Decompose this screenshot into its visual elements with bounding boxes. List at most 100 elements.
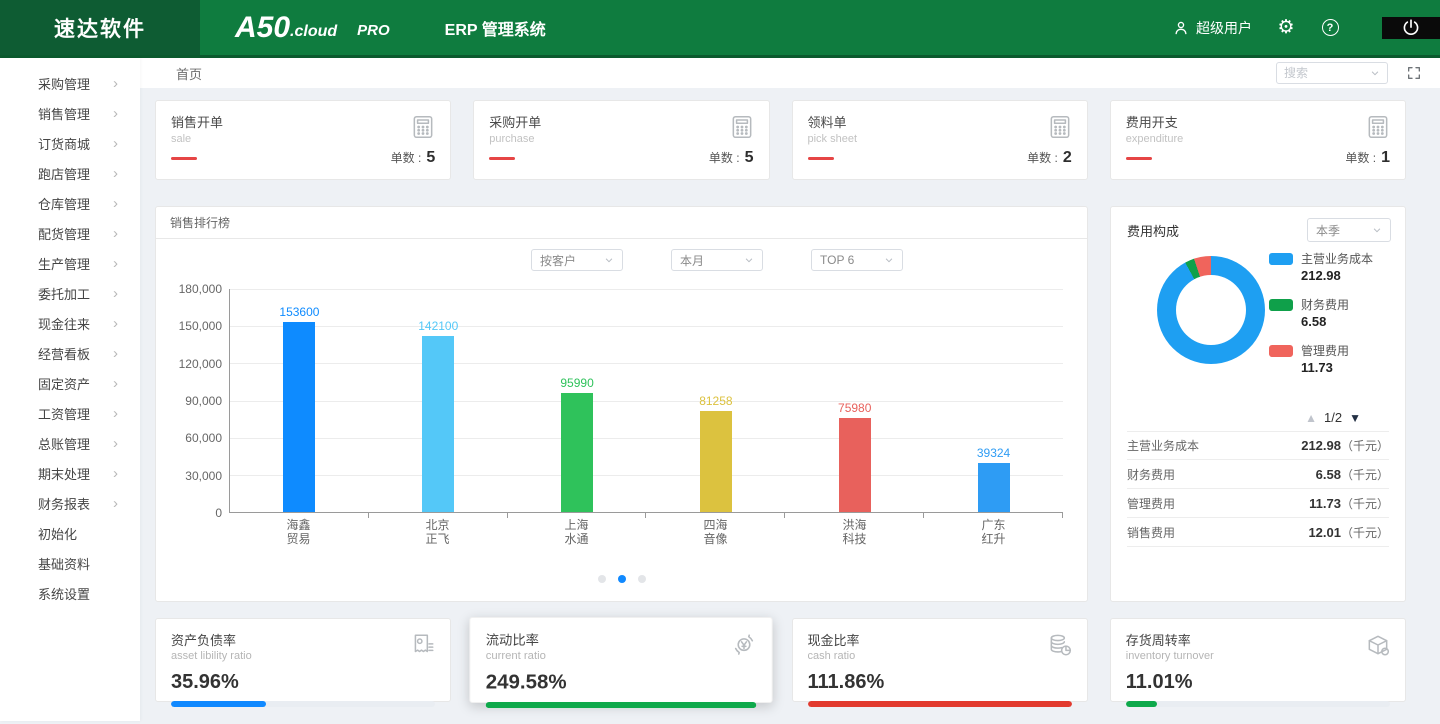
sidebar-item-general-ledger[interactable]: 总账管理›: [0, 428, 140, 458]
legend-item[interactable]: 主营业务成本 212.98: [1269, 250, 1391, 283]
help-button[interactable]: ?: [1320, 18, 1340, 38]
bar[interactable]: [839, 418, 871, 512]
sidebar-item-period-end[interactable]: 期末处理›: [0, 458, 140, 488]
filter-period-select[interactable]: 本月: [671, 249, 763, 271]
legend-item[interactable]: 财务费用 6.58: [1269, 296, 1391, 329]
bar-column: 153600: [230, 289, 369, 512]
ratio-card-inventory-turnover[interactable]: 存货周转率 inventory turnover 11.01%: [1110, 618, 1406, 702]
sidebar-item-fixed-assets[interactable]: 固定资产›: [0, 368, 140, 398]
bar[interactable]: [978, 463, 1010, 512]
bar[interactable]: [422, 336, 454, 512]
ratio-title: 现金比率: [808, 630, 1072, 649]
sidebar-item-label: 经营看板: [38, 344, 90, 363]
ratio-card-current-ratio[interactable]: 流动比率 current ratio 249.58%: [470, 617, 774, 703]
user-name: 超级用户: [1196, 18, 1252, 38]
chevron-down-icon: [604, 255, 614, 265]
chevron-right-icon: ›: [113, 285, 118, 302]
ratio-subtitle: asset libility ratio: [171, 650, 435, 662]
sidebar-item-label: 基础资料: [38, 554, 90, 573]
progress-bar: [808, 701, 1072, 707]
logout-button[interactable]: [1382, 17, 1440, 39]
donut-chart[interactable]: [1157, 256, 1265, 364]
ratio-card-asset-liability[interactable]: 资产负债率 asset libility ratio 35.96%: [155, 618, 451, 702]
stat-card-expenditure[interactable]: 费用开支 expenditure 单数 :1: [1110, 100, 1406, 180]
stat-card-title: 费用开支: [1126, 112, 1390, 131]
sidebar-item-label: 生产管理: [38, 254, 90, 273]
ratio-value: 111.86%: [808, 671, 1072, 694]
chevron-right-icon: ›: [113, 465, 118, 482]
sidebar-item-production[interactable]: 生产管理 ›: [0, 248, 140, 278]
carousel-dot[interactable]: [598, 575, 606, 583]
count-label: 单数 :: [391, 149, 422, 166]
sidebar-item-label: 固定资产: [38, 374, 90, 393]
stat-card-sale[interactable]: 销售开单 sale 单数 :5: [155, 100, 451, 180]
sidebar-item-label: 销售管理: [38, 104, 90, 123]
legend-label: 财务费用: [1301, 296, 1349, 313]
calculator-icon: [1365, 114, 1391, 140]
sidebar-item-purchase[interactable]: 采购管理›: [0, 68, 140, 98]
tab-home[interactable]: 首页: [140, 64, 202, 83]
carousel-dots: [598, 575, 646, 583]
expense-period-select[interactable]: 本季: [1307, 218, 1391, 242]
settings-button[interactable]: ⚙: [1276, 18, 1296, 38]
stat-card-pick-sheet[interactable]: 领料单 pick sheet 单数 :2: [792, 100, 1088, 180]
sidebar-item-distribution[interactable]: 配货管理›: [0, 218, 140, 248]
ratio-card-cash-ratio[interactable]: 现金比率 cash ratio 111.86%: [792, 618, 1088, 702]
refresh-yen-icon: [731, 631, 758, 658]
sidebar-item-label: 系统设置: [38, 584, 90, 603]
brand-main: A50: [235, 11, 290, 45]
fullscreen-icon[interactable]: [1406, 65, 1422, 81]
bar-value-label: 81258: [699, 394, 732, 408]
sidebar-item-store-visit[interactable]: 跑店管理›: [0, 158, 140, 188]
legend-swatch: [1269, 299, 1293, 311]
carousel-dot[interactable]: [638, 575, 646, 583]
count-value: 5: [426, 149, 435, 167]
bar-value-label: 95990: [560, 376, 593, 390]
bar[interactable]: [561, 393, 593, 512]
sidebar-item-initialization[interactable]: 初始化: [0, 518, 140, 548]
chevron-right-icon: ›: [113, 255, 118, 272]
legend-item[interactable]: 管理费用 11.73: [1269, 342, 1391, 375]
bar-column: 142100: [369, 289, 508, 512]
sidebar-item-base-data[interactable]: 基础资料: [0, 548, 140, 578]
sidebar-item-dashboard[interactable]: 经营看板 ›: [0, 338, 140, 368]
bar-value-label: 153600: [279, 305, 319, 319]
sidebar-item-system-settings[interactable]: 系统设置: [0, 578, 140, 608]
count-value: 1: [1381, 149, 1390, 167]
bar[interactable]: [700, 411, 732, 512]
stat-card-title: 销售开单: [171, 112, 435, 131]
help-icon: ?: [1322, 19, 1339, 36]
sidebar-item-label: 委托加工: [38, 284, 90, 303]
coins-icon: [1047, 632, 1073, 658]
stat-card-purchase[interactable]: 采购开单 purchase 单数 :5: [473, 100, 769, 180]
bar-chart-plot: 153600 142100 95990 81258 75980 39324: [229, 289, 1063, 513]
bar[interactable]: [283, 322, 315, 512]
user-menu[interactable]: 超级用户: [1172, 18, 1252, 38]
legend-label: 主营业务成本: [1301, 250, 1373, 267]
sales-ranking-panel: 销售排行榜 按客户 本月 TOP 6 180,000 150,000 120,0…: [155, 206, 1088, 602]
search-input[interactable]: [1284, 66, 1364, 80]
sidebar-item-financial-reports[interactable]: 财务报表›: [0, 488, 140, 518]
sidebar: 采购管理› 销售管理› 订货商城› 跑店管理› 仓库管理› 配货管理› 生产管理…: [0, 58, 140, 721]
stat-cards: 销售开单 sale 单数 :5 采购开单 purchase 单数 :5 领料单 …: [155, 100, 1406, 180]
chevron-right-icon: ›: [113, 345, 118, 362]
sidebar-item-sales[interactable]: 销售管理›: [0, 98, 140, 128]
filter-top-select[interactable]: TOP 6: [811, 249, 903, 271]
bar-column: 81258: [646, 289, 785, 512]
filter-value: 本季: [1316, 222, 1340, 239]
chevron-down-icon: [884, 255, 894, 265]
chevron-right-icon: ›: [113, 405, 118, 422]
calculator-icon: [410, 114, 436, 140]
brand-product: ERP 管理系统: [445, 16, 546, 40]
carousel-dot-active[interactable]: [618, 575, 626, 583]
sidebar-item-cash[interactable]: 现金往来›: [0, 308, 140, 338]
search-select[interactable]: [1276, 62, 1388, 84]
sidebar-item-warehouse[interactable]: 仓库管理›: [0, 188, 140, 218]
sidebar-item-order-mall[interactable]: 订货商城›: [0, 128, 140, 158]
filter-dimension-select[interactable]: 按客户: [531, 249, 623, 271]
brand-suffix: .cloud: [290, 23, 337, 41]
sidebar-item-label: 跑店管理: [38, 164, 90, 183]
sidebar-item-outsourcing[interactable]: 委托加工 ›: [0, 278, 140, 308]
sidebar-item-payroll[interactable]: 工资管理›: [0, 398, 140, 428]
sidebar-item-label: 现金往来: [38, 314, 90, 333]
